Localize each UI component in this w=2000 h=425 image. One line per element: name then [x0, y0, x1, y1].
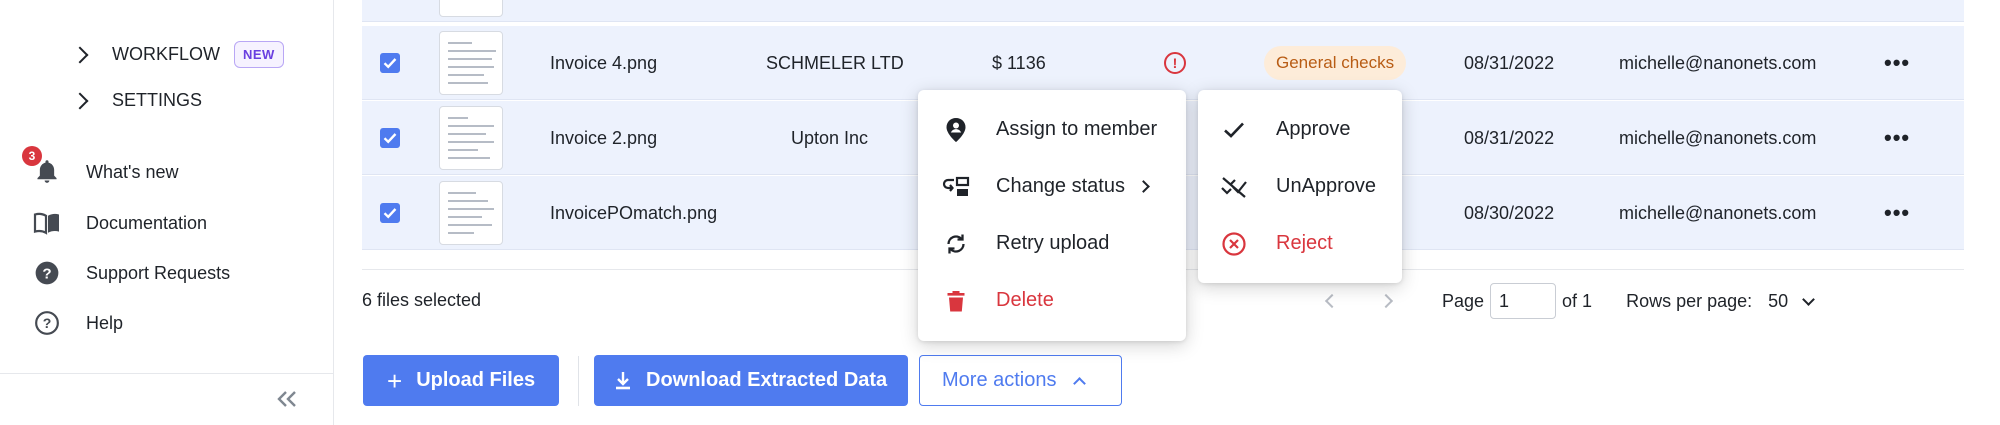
check-icon: [1218, 114, 1250, 146]
upload-files-label: Upload Files: [416, 369, 536, 391]
new-badge: NEW: [234, 41, 284, 68]
sidebar-item-label: WORKFLOW: [112, 44, 220, 64]
more-actions-button[interactable]: More actions: [919, 355, 1122, 406]
selection-count: 6 files selected: [362, 290, 482, 310]
document-thumbnail[interactable]: [439, 106, 503, 170]
rows-per-page-value: 50: [1768, 290, 1789, 311]
chevron-right-icon: [71, 92, 89, 109]
bell-icon: 3: [22, 146, 62, 187]
plus-icon: +: [387, 365, 403, 396]
svg-text:?: ?: [42, 265, 51, 282]
rows-per-page-select[interactable]: 50: [1768, 290, 1816, 312]
page-total: of 1: [1562, 290, 1593, 311]
chevron-down-icon: [1802, 292, 1816, 306]
menu-item-assign[interactable]: Assign to member: [918, 101, 1186, 158]
table-row[interactable]: Invoice 4.png SCHMELER LTD $ 1136 ! Gene…: [362, 26, 1964, 100]
sidebar-item-documentation[interactable]: Documentation: [32, 208, 207, 238]
chevron-left-icon: [1324, 293, 1340, 309]
sidebar-item-label: Support Requests: [86, 262, 231, 283]
row-checkbox[interactable]: [380, 128, 400, 148]
document-thumbnail[interactable]: [439, 0, 503, 17]
email: michelle@nanonets.com: [1619, 52, 1817, 73]
email: michelle@nanonets.com: [1619, 127, 1817, 148]
download-label: Download Extracted Data: [646, 369, 888, 391]
notification-count-badge: 3: [22, 146, 42, 166]
menu-item-change-status[interactable]: Change status: [918, 158, 1186, 215]
more-options-icon[interactable]: •••: [1884, 125, 1910, 151]
menu-item-label: UnApprove: [1276, 175, 1377, 197]
email: michelle@nanonets.com: [1619, 202, 1817, 223]
person-pin-icon: [940, 114, 972, 146]
more-actions-menu: Assign to member Change status Retry upl…: [918, 90, 1186, 341]
sidebar-item-label: Documentation: [86, 212, 208, 233]
more-options-icon[interactable]: •••: [1884, 50, 1910, 76]
menu-item-label: Retry upload: [996, 232, 1110, 254]
next-page-button[interactable]: [1376, 291, 1396, 311]
menu-item-retry-upload[interactable]: Retry upload: [918, 215, 1186, 272]
file-name[interactable]: InvoicePOmatch.png: [550, 176, 717, 250]
amount: $ 1136: [992, 52, 1046, 73]
double-chevron-left-icon: [277, 391, 296, 407]
prev-page-button[interactable]: [1322, 291, 1342, 311]
help-circle-icon: ?: [32, 308, 62, 338]
actions-divider: [578, 356, 579, 406]
upload-files-button[interactable]: + Upload Files: [363, 355, 559, 406]
document-thumbnail[interactable]: [439, 181, 503, 245]
book-icon: [32, 208, 62, 238]
change-status-icon: [940, 171, 972, 203]
table-row[interactable]: [362, 0, 1964, 22]
row-checkbox[interactable]: [380, 53, 400, 73]
menu-item-delete[interactable]: Delete: [918, 272, 1186, 329]
date: 08/31/2022: [1464, 52, 1555, 73]
more-options-icon[interactable]: •••: [1884, 200, 1910, 226]
alert-icon: !: [1164, 52, 1186, 74]
file-name[interactable]: Invoice 4.png: [550, 26, 657, 100]
sidebar-item-support[interactable]: ? Support Requests: [32, 258, 230, 288]
sidebar: WORKFLOW NEW SETTINGS 3 What's new Docum…: [0, 0, 334, 425]
menu-item-unapprove[interactable]: UnApprove: [1198, 158, 1402, 215]
cancel-circle-icon: [1218, 228, 1250, 260]
remove-done-icon: [1218, 171, 1250, 203]
menu-item-label: Assign to member: [996, 118, 1158, 140]
vendor-name: Upton Inc: [791, 127, 869, 148]
change-status-submenu: Approve UnApprove Reject: [1198, 90, 1402, 283]
sidebar-item-label: What's new: [86, 161, 179, 182]
menu-item-label: Delete: [996, 289, 1054, 311]
download-extracted-data-button[interactable]: Download Extracted Data: [594, 355, 908, 406]
page-label: Page: [1442, 290, 1485, 311]
menu-item-label: Approve: [1276, 118, 1351, 140]
chevron-up-icon: [1072, 377, 1086, 390]
status-pill: General checks: [1264, 46, 1407, 80]
question-filled-icon: ?: [32, 258, 62, 288]
svg-text:?: ?: [43, 315, 52, 331]
sidebar-divider: [0, 373, 334, 374]
collapse-sidebar-button[interactable]: [272, 386, 302, 412]
page-number-input[interactable]: [1490, 283, 1557, 319]
sidebar-item-whats-new[interactable]: 3 What's new: [22, 146, 179, 187]
sidebar-item-workflow[interactable]: WORKFLOW NEW: [71, 41, 284, 68]
row-checkbox[interactable]: [380, 203, 400, 223]
sidebar-item-settings[interactable]: SETTINGS: [71, 90, 203, 111]
menu-item-label: Reject: [1276, 232, 1333, 254]
file-name[interactable]: Invoice 2.png: [550, 101, 657, 175]
download-icon: [616, 371, 630, 389]
menu-item-label: Change status: [996, 175, 1125, 197]
trash-icon: [940, 285, 972, 317]
sidebar-item-help[interactable]: ? Help: [32, 308, 123, 338]
sidebar-item-label: SETTINGS: [112, 90, 203, 110]
refresh-icon: [940, 228, 972, 260]
pagination: Page of 1 Rows per page: 50: [1322, 283, 1816, 319]
chevron-right-icon: [71, 46, 89, 63]
chevron-right-icon: [1378, 293, 1394, 309]
sidebar-item-label: Help: [86, 312, 124, 333]
vendor-name: SCHMELER LTD: [766, 52, 904, 73]
date: 08/31/2022: [1464, 127, 1555, 148]
document-thumbnail[interactable]: [439, 31, 503, 95]
menu-item-approve[interactable]: Approve: [1198, 101, 1402, 158]
menu-item-reject[interactable]: Reject: [1198, 215, 1402, 272]
date: 08/30/2022: [1464, 202, 1555, 223]
rows-per-page-label: Rows per page:: [1626, 290, 1753, 311]
chevron-right-icon: [1137, 180, 1150, 193]
more-actions-label: More actions: [942, 369, 1057, 391]
